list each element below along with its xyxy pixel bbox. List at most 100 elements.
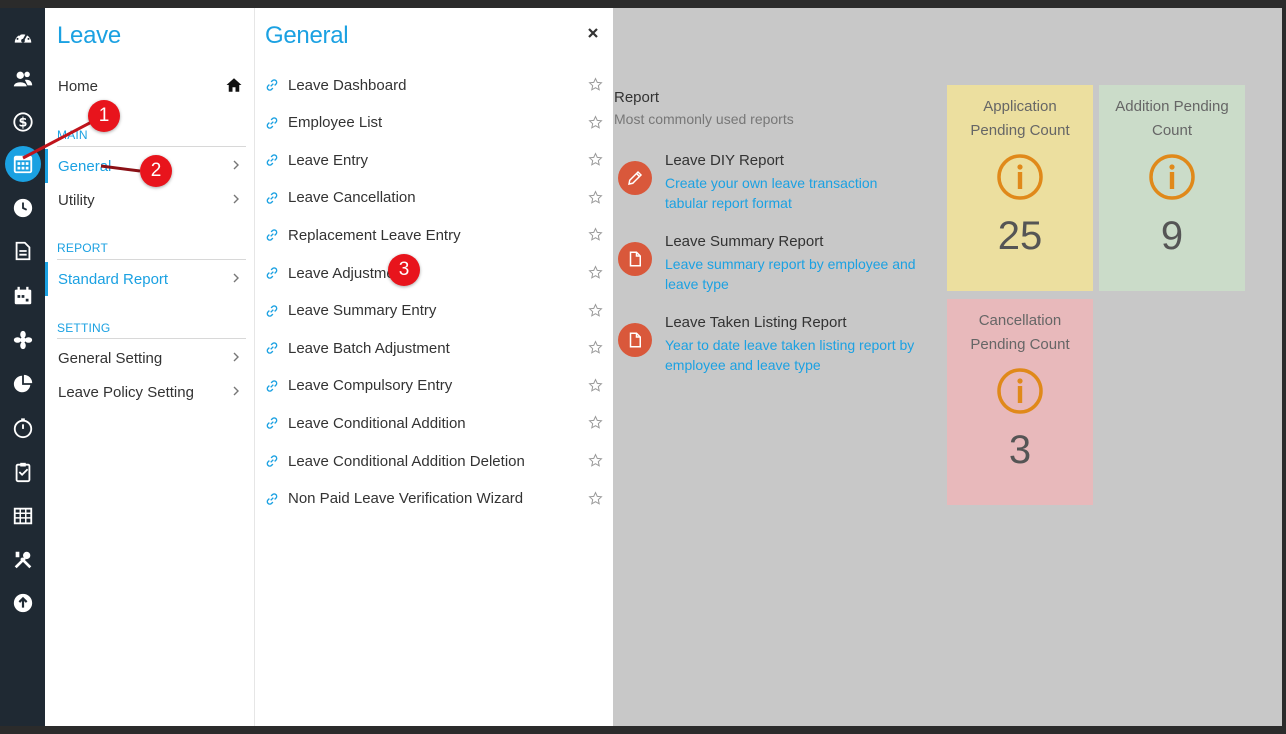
section-divider	[57, 338, 246, 339]
card-cancellation-pending[interactable]: Cancellation Pending Count 3	[947, 299, 1093, 505]
nav-item-home[interactable]: Home	[45, 69, 246, 103]
general-item-label: Leave Entry	[288, 151, 369, 169]
nav-item-label: General Setting	[58, 349, 163, 367]
general-item[interactable]: Leave Entry	[265, 145, 603, 175]
general-item-label: Non Paid Leave Verification Wizard	[288, 490, 524, 508]
nav-item-label: Standard Report	[58, 270, 169, 288]
star-icon[interactable]	[588, 77, 603, 92]
star-icon[interactable]	[588, 490, 603, 506]
general-item-label: Leave Batch Adjustment	[288, 339, 450, 357]
dollar-icon[interactable]: $	[7, 106, 38, 137]
nav-item-standard-report[interactable]: Standard Report	[45, 262, 246, 296]
general-item-label: Leave Conditional Addition	[288, 414, 466, 432]
chevron-right-icon	[233, 160, 239, 170]
tools-icon[interactable]	[7, 544, 38, 575]
card-addition-pending[interactable]: Addition Pending Count 9	[1099, 85, 1245, 291]
clipboard-icon[interactable]	[7, 456, 38, 487]
timer-icon[interactable]	[7, 412, 38, 443]
star-icon[interactable]	[588, 152, 603, 167]
star-icon[interactable]	[588, 415, 603, 430]
general-item[interactable]: Leave Conditional Addition	[265, 408, 603, 438]
section-divider	[57, 259, 246, 260]
calendar-grid-icon[interactable]	[5, 146, 41, 182]
link-icon	[266, 492, 278, 505]
document-icon[interactable]	[7, 235, 38, 266]
nav-item-leave-policy-setting[interactable]: Leave Policy Setting	[45, 375, 246, 409]
icon-rail: $	[0, 8, 45, 726]
nav-item-utility[interactable]: Utility	[45, 183, 246, 217]
card-count: 9	[1160, 214, 1184, 258]
users-icon[interactable]	[7, 63, 38, 94]
link-icon	[266, 154, 278, 166]
general-panel-title: General	[265, 22, 349, 49]
flower-icon[interactable]	[7, 324, 38, 355]
table-icon[interactable]	[7, 500, 38, 531]
calendar-icon[interactable]	[7, 280, 38, 311]
star-icon[interactable]	[588, 114, 603, 130]
link-icon	[266, 455, 278, 467]
pie-chart-icon[interactable]	[7, 368, 38, 399]
chevron-right-icon	[233, 386, 239, 396]
star-icon[interactable]	[588, 378, 603, 393]
general-item[interactable]: Leave Conditional Addition Deletion	[265, 446, 603, 476]
report-name[interactable]: Leave Summary Report	[665, 233, 823, 250]
general-item-label: Employee List	[288, 114, 383, 132]
nav-item-label: General	[58, 157, 112, 175]
chevron-right-icon	[233, 273, 239, 283]
nav-item-general-setting[interactable]: General Setting	[45, 341, 246, 375]
document-icon	[618, 242, 652, 276]
card-label: Cancellation Pending Count	[970, 312, 1070, 353]
chevron-right-icon	[233, 194, 239, 204]
star-icon[interactable]	[588, 190, 603, 205]
close-button[interactable]	[586, 26, 600, 40]
general-item[interactable]: Leave Batch Adjustment	[265, 333, 603, 363]
report-description[interactable]: Year to date leave taken listing report …	[665, 335, 920, 375]
report-description[interactable]: Create your own leave transaction tabula…	[665, 173, 920, 213]
star-icon[interactable]	[588, 340, 603, 355]
nav-item-label: Utility	[58, 191, 95, 209]
section-label-main: MAIN	[57, 128, 88, 142]
general-item-label: Replacement Leave Entry	[288, 226, 461, 244]
annotation-marker-1: 1	[88, 100, 120, 132]
link-icon	[266, 342, 278, 354]
report-description[interactable]: Leave summary report by employee and lea…	[665, 254, 920, 294]
link-icon	[266, 380, 278, 392]
section-label-report: REPORT	[57, 241, 108, 255]
info-icon	[997, 154, 1043, 200]
general-submenu-panel: General Leave Dashboard Employee List Leav…	[255, 8, 613, 726]
general-item[interactable]: Leave Cancellation	[265, 183, 603, 213]
general-item[interactable]: Employee List	[265, 108, 603, 138]
annotation-marker-3: 3	[388, 254, 420, 286]
report-subtitle: Most commonly used reports	[614, 111, 794, 127]
document-icon	[618, 323, 652, 357]
general-item[interactable]: Non Paid Leave Verification Wizard	[265, 484, 603, 514]
upload-icon[interactable]	[7, 587, 38, 618]
general-item[interactable]: Leave Compulsory Entry	[265, 371, 603, 401]
link-icon	[266, 192, 278, 204]
star-icon[interactable]	[588, 227, 603, 242]
report-title: Report	[614, 89, 660, 106]
card-label: Application Pending Count	[970, 98, 1070, 139]
nav-item-label: Home	[58, 77, 99, 95]
app-frame: $ Leave Home MAIN General Utility REPORT…	[0, 0, 1286, 734]
star-icon[interactable]	[588, 265, 603, 280]
general-item[interactable]: Leave Summary Entry	[265, 296, 603, 326]
general-item[interactable]: Leave Dashboard	[265, 70, 603, 100]
leave-panel-title: Leave	[57, 22, 121, 49]
clock-icon[interactable]	[7, 192, 38, 223]
star-icon[interactable]	[588, 453, 603, 468]
report-name[interactable]: Leave Taken Listing Report	[665, 314, 847, 331]
report-name[interactable]: Leave DIY Report	[665, 152, 784, 169]
link-icon	[266, 79, 278, 91]
home-icon	[226, 78, 242, 92]
card-application-pending[interactable]: Application Pending Count 25	[947, 85, 1093, 291]
general-item-label: Leave Conditional Addition Deletion	[288, 452, 525, 470]
link-icon	[266, 304, 278, 317]
card-count: 25	[997, 214, 1043, 258]
general-item[interactable]: Replacement Leave Entry	[265, 220, 603, 250]
general-item[interactable]: Leave Adjustment	[265, 258, 603, 288]
dashboard-icon[interactable]	[7, 22, 38, 53]
general-item-label: Leave Compulsory Entry	[288, 377, 453, 395]
star-icon[interactable]	[588, 302, 603, 318]
nav-item-label: Leave Policy Setting	[58, 383, 194, 401]
